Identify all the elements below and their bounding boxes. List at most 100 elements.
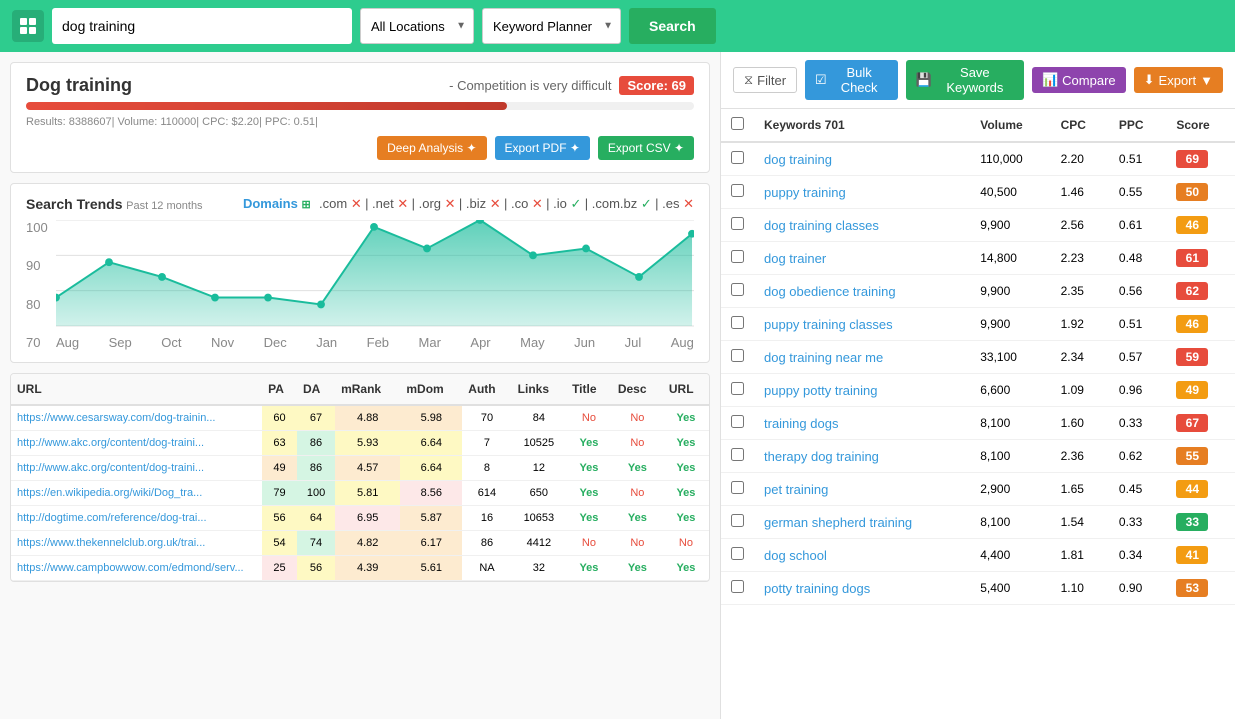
keyword-cell[interactable]: training dogs	[754, 407, 970, 440]
keyword-cell[interactable]: puppy potty training	[754, 374, 970, 407]
keyword-cell[interactable]: dog training	[754, 142, 970, 176]
save-keywords-button[interactable]: 💾 Save Keywords	[906, 60, 1024, 100]
filter-button[interactable]: ⧖ Filter	[733, 67, 797, 93]
keyword-cell[interactable]: potty training dogs	[754, 572, 970, 605]
keyword-cell[interactable]: pet training	[754, 473, 970, 506]
select-all-checkbox[interactable]	[731, 117, 744, 130]
da-cell: 86	[297, 456, 335, 481]
header: All Locations Keyword Planner Search	[0, 0, 1235, 52]
keyword-link[interactable]: dog trainer	[764, 251, 826, 266]
ppc-cell: 0.51	[1109, 142, 1166, 176]
score-badge: 69	[1176, 150, 1208, 168]
keyword-cell[interactable]: dog training classes	[754, 209, 970, 242]
volume-cell: 8,100	[970, 407, 1050, 440]
keyword-link[interactable]: puppy training	[764, 185, 846, 200]
url-cell[interactable]: https://www.thekennelclub.org.uk/trai...	[11, 531, 262, 556]
keyword-cell[interactable]: german shepherd training	[754, 506, 970, 539]
kw-checkbox-cell[interactable]	[721, 209, 754, 242]
keyword-link[interactable]: training dogs	[764, 416, 838, 431]
kw-checkbox-cell[interactable]	[721, 374, 754, 407]
domains-label: Domains ⊞	[243, 196, 311, 211]
kw-checkbox-cell[interactable]	[721, 407, 754, 440]
kw-checkbox-cell[interactable]	[721, 473, 754, 506]
keyword-cell[interactable]: therapy dog training	[754, 440, 970, 473]
kw-checkbox-cell[interactable]	[721, 341, 754, 374]
mdom-cell: 6.64	[400, 456, 462, 481]
url-table: URL PA DA mRank mDom Auth Links Title De…	[11, 374, 709, 581]
keyword-link[interactable]: german shepherd training	[764, 515, 912, 530]
table-row: https://www.cesarsway.com/dog-trainin...…	[11, 405, 709, 431]
kw-checkbox[interactable]	[731, 184, 744, 197]
tool-dropdown[interactable]: Keyword Planner	[482, 8, 621, 44]
url-cell[interactable]: http://www.akc.org/content/dog-traini...	[11, 456, 262, 481]
export-csv-button[interactable]: Export CSV ✦	[598, 136, 694, 160]
keyword-link[interactable]: potty training dogs	[764, 581, 870, 596]
locations-dropdown[interactable]: All Locations	[360, 8, 474, 44]
kw-checkbox[interactable]	[731, 481, 744, 494]
keyword-link[interactable]: puppy potty training	[764, 383, 877, 398]
bulk-check-button[interactable]: ☑ Bulk Check	[805, 60, 898, 100]
keyword-link[interactable]: dog training	[764, 152, 832, 167]
kw-checkbox[interactable]	[731, 547, 744, 560]
mrank-cell: 4.88	[335, 405, 400, 431]
search-button[interactable]: Search	[629, 8, 716, 44]
ppc-cell: 0.51	[1109, 308, 1166, 341]
export-button[interactable]: ⬇ Export ▼	[1134, 67, 1223, 93]
kw-checkbox-cell[interactable]	[721, 308, 754, 341]
keyword-cell[interactable]: dog trainer	[754, 242, 970, 275]
kw-checkbox-cell[interactable]	[721, 275, 754, 308]
keyword-link[interactable]: pet training	[764, 482, 828, 497]
keyword-link[interactable]: puppy training classes	[764, 317, 893, 332]
score-cell: 46	[1166, 308, 1235, 341]
keyword-cell[interactable]: puppy training	[754, 176, 970, 209]
auth-cell: 7	[462, 431, 511, 456]
url-cell[interactable]: https://www.campbowwow.com/edmond/serv..…	[11, 556, 262, 581]
ppc-cell: 0.48	[1109, 242, 1166, 275]
url-cell[interactable]: https://www.cesarsway.com/dog-trainin...	[11, 405, 262, 431]
keyword-link[interactable]: therapy dog training	[764, 449, 879, 464]
kw-checkbox[interactable]	[731, 415, 744, 428]
kw-checkbox-cell[interactable]	[721, 176, 754, 209]
kw-checkbox[interactable]	[731, 580, 744, 593]
url2-cell: Yes	[663, 506, 709, 531]
keyword-link[interactable]: dog training near me	[764, 350, 883, 365]
keyword-cell[interactable]: dog training near me	[754, 341, 970, 374]
url-cell[interactable]: https://en.wikipedia.org/wiki/Dog_tra...	[11, 481, 262, 506]
url-cell[interactable]: http://dogtime.com/reference/dog-trai...	[11, 506, 262, 531]
keyword-cell[interactable]: puppy training classes	[754, 308, 970, 341]
kw-checkbox-cell[interactable]	[721, 242, 754, 275]
kw-table-row: puppy training 40,500 1.46 0.55 50	[721, 176, 1235, 209]
score-cell: 49	[1166, 374, 1235, 407]
cpc-cell: 2.56	[1051, 209, 1109, 242]
kw-checkbox[interactable]	[731, 514, 744, 527]
mdom-cell: 6.64	[400, 431, 462, 456]
chart-y-labels: 100908070	[26, 220, 54, 350]
export-pdf-button[interactable]: Export PDF ✦	[495, 136, 590, 160]
search-input[interactable]	[52, 8, 352, 44]
kw-checkbox-cell[interactable]	[721, 142, 754, 176]
kw-checkbox[interactable]	[731, 217, 744, 230]
kw-table-row: puppy training classes 9,900 1.92 0.51 4…	[721, 308, 1235, 341]
kw-checkbox-cell[interactable]	[721, 506, 754, 539]
keyword-cell[interactable]: dog school	[754, 539, 970, 572]
compare-button[interactable]: 📊 Compare	[1032, 67, 1126, 93]
keyword-link[interactable]: dog training classes	[764, 218, 879, 233]
kw-checkbox[interactable]	[731, 382, 744, 395]
kw-checkbox[interactable]	[731, 250, 744, 263]
kw-checkbox[interactable]	[731, 316, 744, 329]
url-cell[interactable]: http://www.akc.org/content/dog-traini...	[11, 431, 262, 456]
kw-checkbox-cell[interactable]	[721, 539, 754, 572]
kw-checkbox[interactable]	[731, 349, 744, 362]
keyword-link[interactable]: dog school	[764, 548, 827, 563]
keyword-cell[interactable]: dog obedience training	[754, 275, 970, 308]
kw-checkbox-cell[interactable]	[721, 440, 754, 473]
keyword-link[interactable]: dog obedience training	[764, 284, 896, 299]
deep-analysis-button[interactable]: Deep Analysis ✦	[377, 136, 486, 160]
kw-checkbox[interactable]	[731, 151, 744, 164]
kw-checkbox-cell[interactable]	[721, 572, 754, 605]
score-cell: 44	[1166, 473, 1235, 506]
kw-checkbox[interactable]	[731, 448, 744, 461]
ppc-cell: 0.55	[1109, 176, 1166, 209]
da-cell: 64	[297, 506, 335, 531]
kw-checkbox[interactable]	[731, 283, 744, 296]
